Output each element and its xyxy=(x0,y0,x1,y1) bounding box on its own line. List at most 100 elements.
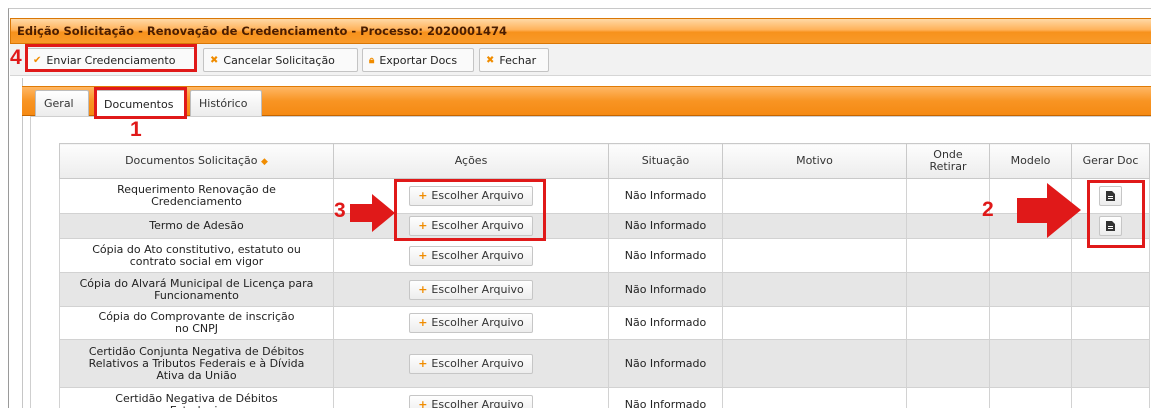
arrow-right-icon xyxy=(1017,183,1081,238)
column-header-acoes: Ações xyxy=(333,143,609,179)
pickup-cell xyxy=(906,387,990,408)
choose-file-label: Escolher Arquivo xyxy=(431,219,524,232)
close-label: Fechar xyxy=(499,53,537,67)
status-cell: Não Informado xyxy=(608,213,723,239)
sort-icon: ◆ xyxy=(261,156,268,167)
model-cell xyxy=(989,272,1072,307)
choose-file-button[interactable]: + Escolher Arquivo xyxy=(409,313,533,333)
tab-documentos-label: Documentos xyxy=(104,97,174,111)
actions-cell: + Escolher Arquivo xyxy=(333,387,609,408)
reason-cell xyxy=(722,387,907,408)
generate-doc-cell xyxy=(1071,306,1150,340)
choose-file-label: Escolher Arquivo xyxy=(431,316,524,329)
document-name-cell: Cópia do Comprovante de inscrição no CNP… xyxy=(59,306,334,340)
annotation-number-2: 2 xyxy=(982,198,994,221)
arrow-right-icon xyxy=(350,194,395,232)
choose-file-label: Escolher Arquivo xyxy=(431,282,524,296)
check-icon: ✔ xyxy=(33,54,42,66)
reason-cell xyxy=(722,339,907,388)
choose-file-button[interactable]: + Escolher Arquivo xyxy=(409,186,533,206)
plus-icon: + xyxy=(418,219,428,232)
annotation-number-1: 1 xyxy=(130,118,142,141)
send-credentialing-button[interactable]: ✔ Enviar Credenciamento xyxy=(26,48,197,72)
reason-cell xyxy=(722,272,907,307)
generate-doc-cell xyxy=(1071,339,1150,388)
plus-icon: + xyxy=(418,397,428,408)
choose-file-button[interactable]: + Escolher Arquivo xyxy=(409,216,533,236)
documents-table: Documentos Solicitação ◆ Ações Situação … xyxy=(59,143,1150,408)
document-name-cell: Cópia do Ato constitutivo, estatuto ou c… xyxy=(59,238,334,273)
choose-file-label: Escolher Arquivo xyxy=(431,248,524,262)
close-icon: ✖ xyxy=(486,54,495,66)
document-name-cell: Termo de Adesão xyxy=(59,213,334,239)
column-header-onde-retirar-label: Onde Retirar xyxy=(929,148,967,173)
choose-file-button[interactable]: + Escolher Arquivo xyxy=(409,279,533,300)
document-name-cell: Certidão Conjunta Negativa de Débitos Re… xyxy=(59,339,334,388)
window-title: Edição Solicitação - Renovação de Creden… xyxy=(17,24,507,38)
pickup-cell xyxy=(906,238,990,273)
model-cell xyxy=(989,339,1072,388)
actions-cell: + Escolher Arquivo xyxy=(333,238,609,273)
table-row: Cópia do Ato constitutivo, estatuto ou c… xyxy=(59,238,1150,273)
generate-doc-cell xyxy=(1071,238,1150,273)
column-header-documentos[interactable]: Documentos Solicitação ◆ xyxy=(59,143,334,179)
plus-icon: + xyxy=(418,282,428,296)
choose-file-label: Escolher Arquivo xyxy=(431,356,524,370)
document-name-cell: Certidão Negativa de Débitos Estaduais xyxy=(59,387,334,408)
model-cell xyxy=(989,238,1072,273)
generate-doc-cell xyxy=(1071,387,1150,408)
document-icon xyxy=(1106,191,1115,201)
reason-cell xyxy=(722,213,907,239)
column-header-situacao: Situação xyxy=(608,143,723,179)
pickup-cell xyxy=(906,178,990,214)
column-header-gerar-doc: Gerar Doc xyxy=(1071,143,1150,179)
status-cell: Não Informado xyxy=(608,272,723,307)
annotation-number-4: 4 xyxy=(10,46,22,69)
window-titlebar: Edição Solicitação - Renovação de Creden… xyxy=(10,18,1151,44)
table-row: Cópia do Alvará Municipal de Licença par… xyxy=(59,272,1150,307)
close-button[interactable]: ✖ Fechar xyxy=(479,48,549,72)
choose-file-label: Escolher Arquivo xyxy=(431,189,524,202)
plus-icon: + xyxy=(418,248,428,262)
tab-historico[interactable]: Histórico xyxy=(190,90,262,116)
generate-doc-button[interactable] xyxy=(1099,216,1122,236)
plus-icon: + xyxy=(418,189,428,202)
generate-doc-cell xyxy=(1071,272,1150,307)
column-header-documentos-label: Documentos Solicitação xyxy=(125,153,258,167)
plus-icon: + xyxy=(418,356,428,370)
actions-cell: + Escolher Arquivo xyxy=(333,306,609,340)
cancel-request-label: Cancelar Solicitação xyxy=(223,53,335,67)
tab-geral-label: Geral xyxy=(44,97,74,110)
reason-cell xyxy=(722,238,907,273)
column-header-onde-retirar: Onde Retirar xyxy=(906,143,990,179)
generate-doc-cell xyxy=(1071,178,1150,214)
document-icon xyxy=(1106,221,1115,231)
pickup-cell xyxy=(906,213,990,239)
export-docs-label: Exportar Docs xyxy=(379,53,458,67)
generate-doc-cell xyxy=(1071,213,1150,239)
choose-file-button[interactable]: + Escolher Arquivo xyxy=(409,245,533,266)
tab-geral[interactable]: Geral xyxy=(35,90,89,116)
cancel-request-button[interactable]: ✖ Cancelar Solicitação xyxy=(203,48,358,72)
choose-file-button[interactable]: + Escolher Arquivo xyxy=(409,394,533,408)
tab-documentos[interactable]: Documentos xyxy=(95,90,187,117)
pickup-cell xyxy=(906,306,990,340)
export-docs-button[interactable]: 🔒︎ Exportar Docs xyxy=(362,48,474,72)
choose-file-label: Escolher Arquivo xyxy=(431,397,524,408)
status-cell: Não Informado xyxy=(608,306,723,340)
annotation-number-3: 3 xyxy=(334,199,346,222)
table-row: Certidão Conjunta Negativa de Débitos Re… xyxy=(59,339,1150,388)
document-name-cell: Cópia do Alvará Municipal de Licença par… xyxy=(59,272,334,307)
lock-icon: 🔒︎ xyxy=(369,54,375,66)
toolbar: ✔ Enviar Credenciamento ✖ Cancelar Solic… xyxy=(10,44,1151,76)
status-cell: Não Informado xyxy=(608,339,723,388)
document-name-cell: Requerimento Renovação de Credenciamento xyxy=(59,178,334,214)
pickup-cell xyxy=(906,339,990,388)
choose-file-button[interactable]: + Escolher Arquivo xyxy=(409,353,533,374)
column-header-motivo: Motivo xyxy=(722,143,907,179)
table-row: Cópia do Comprovante de inscrição no CNP… xyxy=(59,306,1150,340)
model-cell xyxy=(989,387,1072,408)
reason-cell xyxy=(722,178,907,214)
column-header-modelo: Modelo xyxy=(989,143,1072,179)
generate-doc-button[interactable] xyxy=(1099,186,1122,206)
